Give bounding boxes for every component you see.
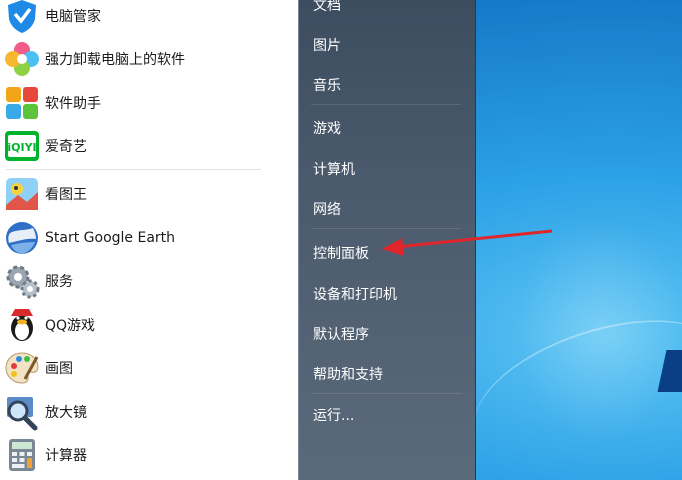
services-gears-icon: [6, 265, 40, 299]
program-item-software-assistant[interactable]: 软件助手: [0, 83, 296, 123]
uninstall-flower-icon: [5, 42, 39, 76]
program-label: 软件助手: [45, 96, 101, 112]
menu-item-music[interactable]: 音乐: [313, 75, 341, 95]
program-item-uninstaller[interactable]: 强力卸载电脑上的软件: [0, 39, 296, 79]
paint-palette-icon: [5, 352, 39, 384]
menu-item-documents[interactable]: 文档: [313, 0, 341, 15]
menu-item-games[interactable]: 游戏: [313, 118, 341, 138]
program-label: 强力卸载电脑上的软件: [45, 52, 185, 68]
program-item-paint[interactable]: 画图: [0, 348, 296, 388]
menu-separator: [311, 104, 461, 105]
program-item-pc-manager[interactable]: 电脑管家: [0, 0, 296, 36]
program-label: QQ游戏: [45, 318, 96, 334]
menu-item-default-programs[interactable]: 默认程序: [313, 324, 369, 344]
qq-penguin-icon: [11, 309, 33, 341]
svg-text:iQIYI: iQIYI: [7, 141, 36, 154]
calculator-icon: [9, 439, 35, 471]
menu-divider: [6, 169, 261, 170]
program-item-google-earth[interactable]: Start Google Earth: [0, 218, 296, 258]
program-label: Start Google Earth: [45, 230, 176, 246]
menu-item-help-support[interactable]: 帮助和支持: [313, 364, 383, 384]
google-earth-icon: [6, 222, 38, 254]
program-label: 爱奇艺: [45, 139, 87, 155]
menu-item-pictures[interactable]: 图片: [313, 35, 341, 55]
program-item-iqiyi[interactable]: iQIYI 爱奇艺: [0, 126, 296, 166]
program-label: 看图王: [45, 187, 87, 203]
menu-item-run[interactable]: 运行...: [313, 405, 354, 425]
magnifier-icon: [7, 397, 38, 431]
start-menu-places-panel: 文档 图片 音乐 游戏 计算机 网络 控制面板 设备和打印机 默认程序 帮助和支…: [298, 0, 476, 480]
program-item-image-viewer[interactable]: 看图王: [0, 174, 296, 214]
image-viewer-icon: [6, 178, 38, 210]
program-item-qq-games[interactable]: QQ游戏: [0, 305, 296, 345]
program-item-calculator[interactable]: 计算器: [0, 435, 296, 475]
program-label: 计算器: [45, 448, 87, 464]
program-label: 服务: [45, 274, 73, 290]
menu-separator: [311, 228, 461, 229]
menu-item-control-panel[interactable]: 控制面板: [313, 243, 369, 263]
shield-icon: [8, 0, 36, 33]
iqiyi-icon: iQIYI: [5, 131, 39, 161]
menu-item-network[interactable]: 网络: [313, 199, 341, 219]
menu-item-computer[interactable]: 计算机: [313, 159, 355, 179]
menu-item-devices-printers[interactable]: 设备和打印机: [313, 284, 397, 304]
program-label: 画图: [45, 361, 73, 377]
software-grid-icon: [6, 87, 38, 119]
menu-separator: [311, 393, 461, 394]
program-label: 放大镜: [45, 405, 87, 421]
program-item-magnifier[interactable]: 放大镜: [0, 392, 296, 432]
start-menu-programs-panel: 电脑管家 强力卸载电脑上的软件 软件助手 iQIYI 爱奇艺 看图王 Start…: [0, 0, 299, 480]
program-item-services[interactable]: 服务: [0, 261, 296, 301]
program-label: 电脑管家: [45, 9, 101, 25]
